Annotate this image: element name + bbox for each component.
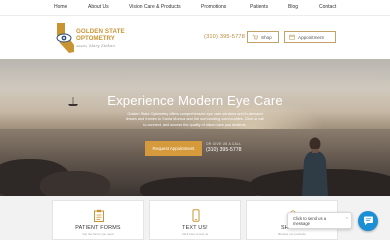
nav-contact[interactable]: Contact — [319, 4, 336, 10]
text-us-title: TEXT US! — [182, 225, 208, 231]
chat-prompt-text: Click to send us a message — [293, 216, 326, 226]
chat-bubble-icon — [363, 216, 373, 226]
patient-forms-title: PATIENT FORMS — [75, 225, 121, 231]
call-us-label: OR GIVE US A CALL — [206, 142, 242, 146]
top-navigation: Home About Us Vision Care & Products Pro… — [0, 0, 390, 16]
mobile-phone-icon — [192, 209, 200, 222]
nav-patients[interactable]: Patients — [250, 4, 268, 10]
logo-brand-line1: GOLDEN STATE — [76, 28, 125, 35]
call-us-number[interactable]: (310) 395-5778 — [206, 147, 241, 153]
shop-online-subtitle: Browse our products — [278, 232, 306, 236]
header-phone[interactable]: (310) 395-5778 — [204, 34, 245, 40]
hero-banner: Experience Modern Eye Care Golden State … — [0, 59, 390, 196]
site-header: GOLDEN STATE OPTOMETRY owned by Mary Zin… — [0, 16, 390, 59]
appointment-button[interactable]: Appointment — [284, 31, 336, 43]
california-eye-logo-icon — [56, 23, 74, 53]
hero-title: Experience Modern Eye Care — [107, 93, 283, 108]
chat-close-icon[interactable]: × — [346, 215, 348, 220]
rock-center — [140, 177, 260, 196]
appointment-button-label: Appointment — [298, 34, 324, 40]
hero-description: Golden State Optometry offers comprehens… — [125, 112, 265, 127]
request-appointment-button[interactable]: Request Appointment — [145, 141, 202, 156]
shop-button[interactable]: Shop — [247, 31, 279, 43]
patient-forms-card[interactable]: PATIENT FORMS Get the forms you need — [52, 200, 144, 240]
shop-button-label: Shop — [261, 34, 272, 40]
calendar-icon — [289, 34, 295, 40]
nav-home[interactable]: Home — [54, 4, 67, 10]
man-looking-at-sea-image — [302, 137, 328, 196]
logo-byline: owned by — [76, 45, 88, 48]
rock-left-2 — [40, 171, 110, 196]
call-us-block: OR GIVE US A CALL (310) 395-5778 — [206, 142, 241, 153]
patient-forms-subtitle: Get the forms you need — [82, 232, 114, 236]
nav-blog[interactable]: Blog — [288, 4, 298, 10]
shopping-cart-icon — [252, 34, 258, 40]
clipboard-icon — [94, 209, 104, 222]
text-us-subtitle: Click here to text us — [181, 232, 209, 236]
text-us-card[interactable]: TEXT US! Click here to text us — [149, 200, 241, 240]
chat-prompt-line2: message — [293, 221, 310, 226]
nav-vision-care-products[interactable]: Vision Care & Products — [129, 4, 181, 10]
chat-prompt-bubble[interactable]: Click to send us a message × — [287, 212, 352, 229]
chat-launcher-button[interactable] — [358, 211, 378, 231]
logo-brand-line2: OPTOMETRY — [76, 35, 115, 42]
site-logo[interactable]: GOLDEN STATE OPTOMETRY owned by Mary Zin… — [54, 21, 150, 55]
nav-promotions[interactable]: Promotions — [201, 4, 226, 10]
nav-about-us[interactable]: About Us — [88, 4, 109, 10]
logo-signature: Mary Zinkan — [89, 43, 115, 48]
